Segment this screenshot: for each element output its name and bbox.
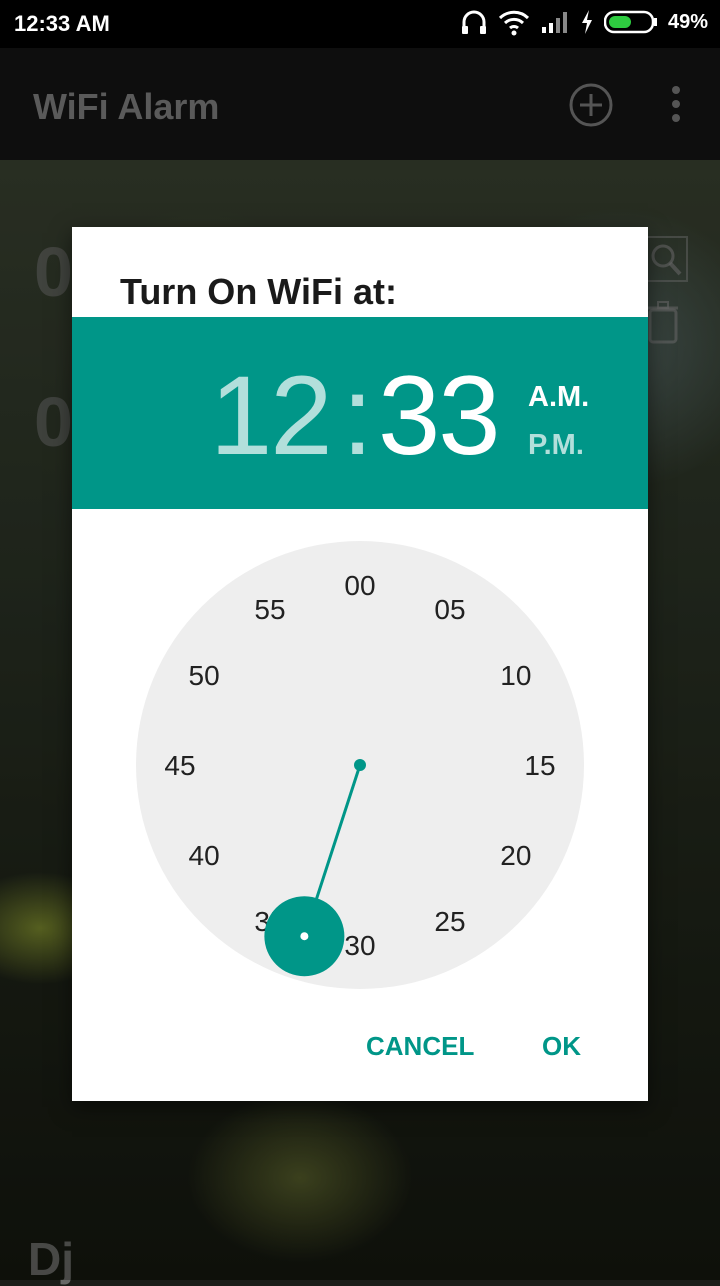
status-icons: 49% [460, 8, 708, 36]
headset-icon [461, 10, 486, 34]
time-separator: : [342, 353, 374, 478]
clock-label-55[interactable]: 55 [254, 594, 285, 625]
cancel-button[interactable]: CANCEL [366, 1031, 474, 1062]
pm-toggle[interactable]: P.M. [528, 429, 584, 462]
wifi-icon [498, 10, 530, 36]
hour-display[interactable]: 12 [210, 351, 333, 480]
clock-label-25[interactable]: 25 [434, 906, 465, 937]
clock-label-05[interactable]: 05 [434, 594, 465, 625]
battery-icon [603, 10, 657, 34]
clock-label-00[interactable]: 00 [344, 570, 375, 601]
minute-display[interactable]: 33 [378, 351, 501, 480]
clock-label-40[interactable]: 40 [189, 840, 220, 871]
time-header: 12 : 33 A.M. P.M. [72, 317, 648, 509]
clock-label-30[interactable]: 30 [344, 930, 375, 961]
battery-percentage: 49% [667, 10, 708, 33]
clock-label-45[interactable]: 45 [164, 750, 195, 781]
minute-clock-dial[interactable]: 000510152025303540455055 [136, 541, 584, 989]
dialog-title: Turn On WiFi at: [120, 271, 397, 312]
ok-button[interactable]: OK [542, 1031, 581, 1062]
charging-bolt-icon [581, 10, 592, 34]
time-picker-dialog: Turn On WiFi at: 12 : 33 A.M. P.M. 00 05 1… [72, 227, 648, 1101]
clock-label-10[interactable]: 10 [500, 660, 531, 691]
status-bar: 12:33 AM 49% [0, 0, 720, 48]
am-toggle[interactable]: A.M. [528, 381, 589, 414]
clock-label-50[interactable]: 50 [189, 660, 220, 691]
clock-label-15[interactable]: 15 [524, 750, 555, 781]
app-title: WiFi Alarm [33, 86, 220, 127]
clock-label-20[interactable]: 20 [500, 840, 531, 871]
clock-center-dot [354, 759, 366, 771]
clock-selector-dot [300, 932, 309, 941]
signal-icon [541, 12, 567, 33]
add-alarm-button[interactable] [568, 82, 614, 128]
overflow-menu-icon[interactable] [664, 84, 688, 124]
status-time: 12:33 AM [14, 11, 110, 36]
